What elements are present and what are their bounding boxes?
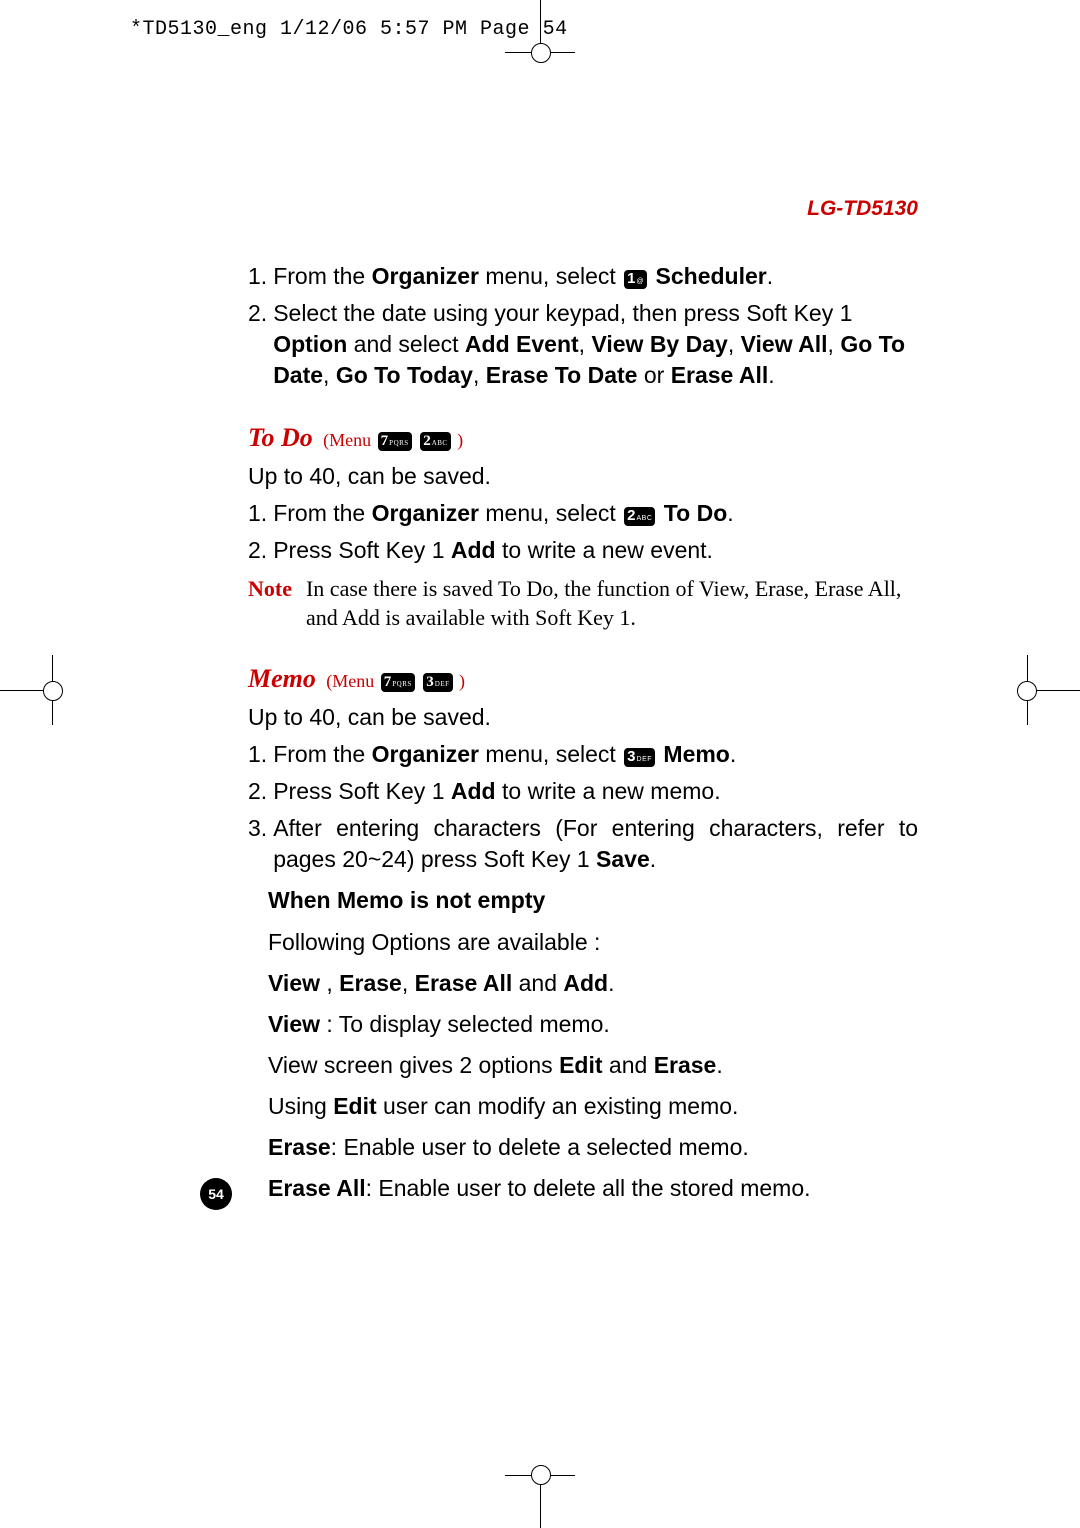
list-item: 2. Press Soft Key 1 Add to write a new m… [248, 776, 918, 807]
section-title: To Do [248, 423, 313, 452]
section-title: Memo [248, 664, 316, 693]
intro-text: Up to 40, can be saved. [248, 461, 918, 492]
model-label: LG-TD5130 [248, 195, 918, 223]
step-text: After entering characters (For entering … [273, 813, 918, 875]
key-2-icon: 2ABC [420, 432, 450, 451]
body-text: View screen gives 2 options Edit and Era… [268, 1050, 918, 1081]
step-text: Press Soft Key 1 Add to write a new memo… [273, 776, 918, 807]
note-block: Note In case there is saved To Do, the f… [248, 574, 918, 633]
key-7-icon: 7PQRS [381, 673, 415, 692]
section-menu-path: (Menu 7PQRS 3DEF ) [326, 671, 465, 691]
step-number: 2. [248, 535, 267, 566]
step-text: Press Soft Key 1 Add to write a new even… [273, 535, 918, 566]
body-text: Following Options are available : [268, 927, 918, 958]
step-text: Select the date using your keypad, then … [273, 298, 918, 391]
section-heading-todo: To Do (Menu 7PQRS 2ABC ) [248, 420, 918, 455]
memo-steps: 1. From the Organizer menu, select 3DEF … [248, 739, 918, 875]
memo-options-block: When Memo is not empty Following Options… [268, 885, 918, 1203]
section-heading-memo: Memo (Menu 7PQRS 3DEF ) [248, 661, 918, 696]
note-label: Note [248, 574, 292, 633]
step-text: From the Organizer menu, select 1@ Sched… [273, 261, 918, 292]
list-item: 1. From the Organizer menu, select 2ABC … [248, 498, 918, 529]
key-3-icon: 3DEF [423, 673, 452, 692]
step-number: 2. [248, 298, 267, 391]
list-item: 1. From the Organizer menu, select 3DEF … [248, 739, 918, 770]
step-number: 2. [248, 776, 267, 807]
step-number: 3. [248, 813, 267, 875]
list-item: 2. Press Soft Key 1 Add to write a new e… [248, 535, 918, 566]
step-text: From the Organizer menu, select 3DEF Mem… [273, 739, 918, 770]
key-7-icon: 7PQRS [378, 432, 412, 451]
page-number-badge: 54 [200, 1178, 232, 1210]
body-text: Erase All: Enable user to delete all the… [268, 1173, 918, 1204]
body-text: Erase: Enable user to delete a selected … [268, 1132, 918, 1163]
step-number: 1. [248, 739, 267, 770]
body-text: View : To display selected memo. [268, 1009, 918, 1040]
step-text: From the Organizer menu, select 2ABC To … [273, 498, 918, 529]
crop-mark [540, 1478, 541, 1528]
manual-page: *TD5130_eng 1/12/06 5:57 PM Page 54 54 L… [0, 0, 1080, 1528]
key-3-icon: 3DEF [624, 748, 655, 767]
intro-text: Up to 40, can be saved. [248, 702, 918, 733]
step-number: 1. [248, 498, 267, 529]
registration-circle-icon [1017, 681, 1037, 701]
print-slug: *TD5130_eng 1/12/06 5:57 PM Page 54 [130, 18, 568, 41]
todo-steps: 1. From the Organizer menu, select 2ABC … [248, 498, 918, 566]
body-text: Using Edit user can modify an existing m… [268, 1091, 918, 1122]
scheduler-steps: 1. From the Organizer menu, select 1@ Sc… [248, 261, 918, 391]
registration-circle-icon [43, 681, 63, 701]
list-item: 2. Select the date using your keypad, th… [248, 298, 918, 391]
step-number: 1. [248, 261, 267, 292]
note-text: In case there is saved To Do, the functi… [306, 574, 918, 633]
list-item: 1. From the Organizer menu, select 1@ Sc… [248, 261, 918, 292]
content-column: LG-TD5130 1. From the Organizer menu, se… [248, 195, 918, 1214]
registration-circle-icon [531, 1465, 551, 1485]
body-text: View , Erase, Erase All and Add. [268, 968, 918, 999]
key-2-icon: 2ABC [624, 507, 655, 526]
subsection-title: When Memo is not empty [268, 885, 918, 916]
section-menu-path: (Menu 7PQRS 2ABC ) [323, 430, 463, 450]
crop-mark [1030, 690, 1080, 691]
registration-circle-icon [531, 43, 551, 63]
key-1-icon: 1@ [624, 270, 647, 289]
list-item: 3. After entering characters (For enteri… [248, 813, 918, 875]
